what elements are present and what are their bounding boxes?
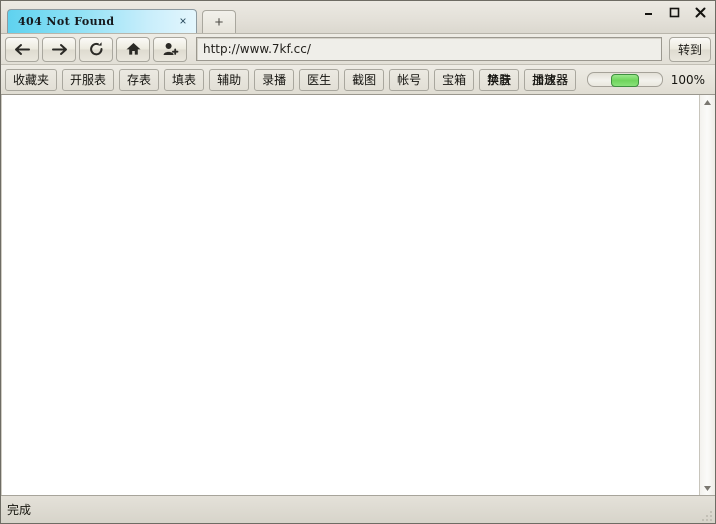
toolbar-button-mute-overlap[interactable]: 禁音 禁音 换肤 — [479, 69, 519, 91]
minimize-button[interactable] — [641, 5, 655, 19]
go-button[interactable]: 转到 — [669, 37, 711, 62]
status-bar: 完成 — [1, 495, 715, 523]
forward-button[interactable] — [42, 37, 76, 62]
scroll-up-icon[interactable] — [702, 97, 714, 107]
page-viewport[interactable] — [1, 95, 699, 495]
title-bar: 404 Not Found × + — [1, 1, 715, 33]
new-tab-button[interactable]: + — [202, 10, 236, 33]
back-arrow-icon — [13, 42, 32, 57]
navigation-toolbar: http://www.7kf.cc/ 转到 — [1, 33, 715, 64]
add-user-button[interactable] — [153, 37, 187, 62]
reload-icon — [88, 41, 105, 57]
browser-tab[interactable]: 404 Not Found × — [7, 9, 197, 33]
add-user-icon — [162, 41, 179, 57]
maximize-button[interactable] — [667, 5, 681, 19]
status-text: 完成 — [7, 501, 31, 518]
reload-button[interactable] — [79, 37, 113, 62]
home-icon — [125, 41, 142, 57]
feature-toolbar: 收藏夹 开服表 存表 填表 辅助 录播 医生 截图 帐号 宝箱 禁音 禁音 换肤… — [1, 64, 715, 94]
toolbar-button-treasure-box[interactable]: 宝箱 — [434, 69, 474, 91]
toolbar-button-accelerator-overlap[interactable]: 加速器 加速器 播放器 — [524, 69, 576, 91]
zoom-level-label: 100% — [671, 73, 705, 87]
toolbar-button-assist[interactable]: 辅助 — [209, 69, 249, 91]
back-button[interactable] — [5, 37, 39, 62]
zoom-slider-group: 100% — [587, 72, 711, 87]
forward-arrow-icon — [50, 42, 69, 57]
toolbar-button-record[interactable]: 录播 — [254, 69, 294, 91]
close-button[interactable] — [693, 5, 707, 19]
zoom-slider-thumb[interactable] — [611, 74, 639, 87]
toolbar-button-save-form[interactable]: 存表 — [119, 69, 159, 91]
tab-title: 404 Not Found — [18, 15, 176, 28]
url-text: http://www.7kf.cc/ — [203, 42, 311, 56]
overlap-label-player: 播放器 — [525, 71, 575, 88]
toolbar-button-favorites[interactable]: 收藏夹 — [5, 69, 57, 91]
scroll-down-icon[interactable] — [702, 483, 714, 493]
browser-window: 404 Not Found × + — [0, 0, 716, 524]
vertical-scrollbar[interactable] — [699, 95, 715, 495]
toolbar-button-doctor[interactable]: 医生 — [299, 69, 339, 91]
toolbar-button-account[interactable]: 帐号 — [389, 69, 429, 91]
toolbar-button-screenshot[interactable]: 截图 — [344, 69, 384, 91]
overlap-label-skin: 换肤 — [480, 71, 518, 88]
content-area — [1, 94, 715, 495]
toolbar-button-fill-form[interactable]: 填表 — [164, 69, 204, 91]
home-button[interactable] — [116, 37, 150, 62]
window-controls — [641, 5, 711, 19]
resize-grip[interactable] — [700, 509, 712, 521]
zoom-slider[interactable] — [587, 72, 663, 87]
toolbar-button-server-list[interactable]: 开服表 — [62, 69, 114, 91]
tab-close-icon[interactable]: × — [176, 15, 190, 29]
url-bar[interactable]: http://www.7kf.cc/ — [196, 37, 662, 61]
